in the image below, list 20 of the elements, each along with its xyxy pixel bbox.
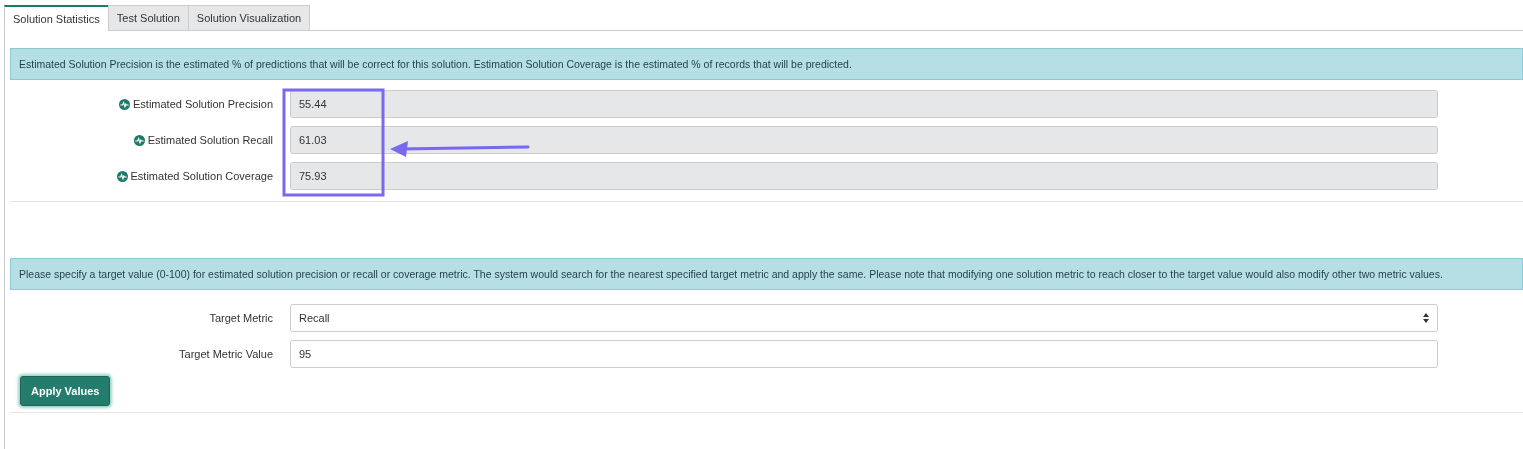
metric-field: 61.03 — [290, 126, 1438, 154]
field-label: Target Metric — [209, 312, 273, 324]
value-input[interactable]: 95 — [290, 340, 1438, 368]
metric-label: Estimated Solution Coverage — [130, 170, 273, 182]
tab[interactable]: Solution Visualization — [187, 5, 311, 31]
metric-select[interactable]: Recall — [290, 304, 1438, 332]
metric-field: 55.44 — [290, 90, 1438, 118]
metric-label: Estimated Solution Recall — [147, 134, 273, 146]
tab[interactable]: Test Solution — [107, 5, 189, 31]
field-label: Target Metric Value — [179, 348, 273, 360]
info-banner: Estimated Solution Precision is the estimated % of predictions that will be correct for this solution. Estimation Solution Coverage is the estimated % of records that will be predicted. — [10, 48, 1523, 80]
metric-field: 75.93 — [290, 162, 1438, 190]
apply-button[interactable]: Apply Values — [20, 376, 111, 406]
heartbeat-icon — [133, 134, 145, 146]
tab[interactable]: Solution Statistics — [4, 5, 109, 31]
heartbeat-icon — [116, 170, 128, 182]
info-banner: Please specify a target value (0-100) for estimated solution precision or recall or coverage metric. The system would search for the nearest specified target metric and apply the same. Please note that modifying one solution metric to reach closer to the target value would also modify other two metric values. — [10, 258, 1523, 290]
metric-label: Estimated Solution Precision — [133, 98, 273, 110]
sort-caret-icon — [1423, 313, 1429, 323]
heartbeat-icon — [119, 98, 130, 110]
